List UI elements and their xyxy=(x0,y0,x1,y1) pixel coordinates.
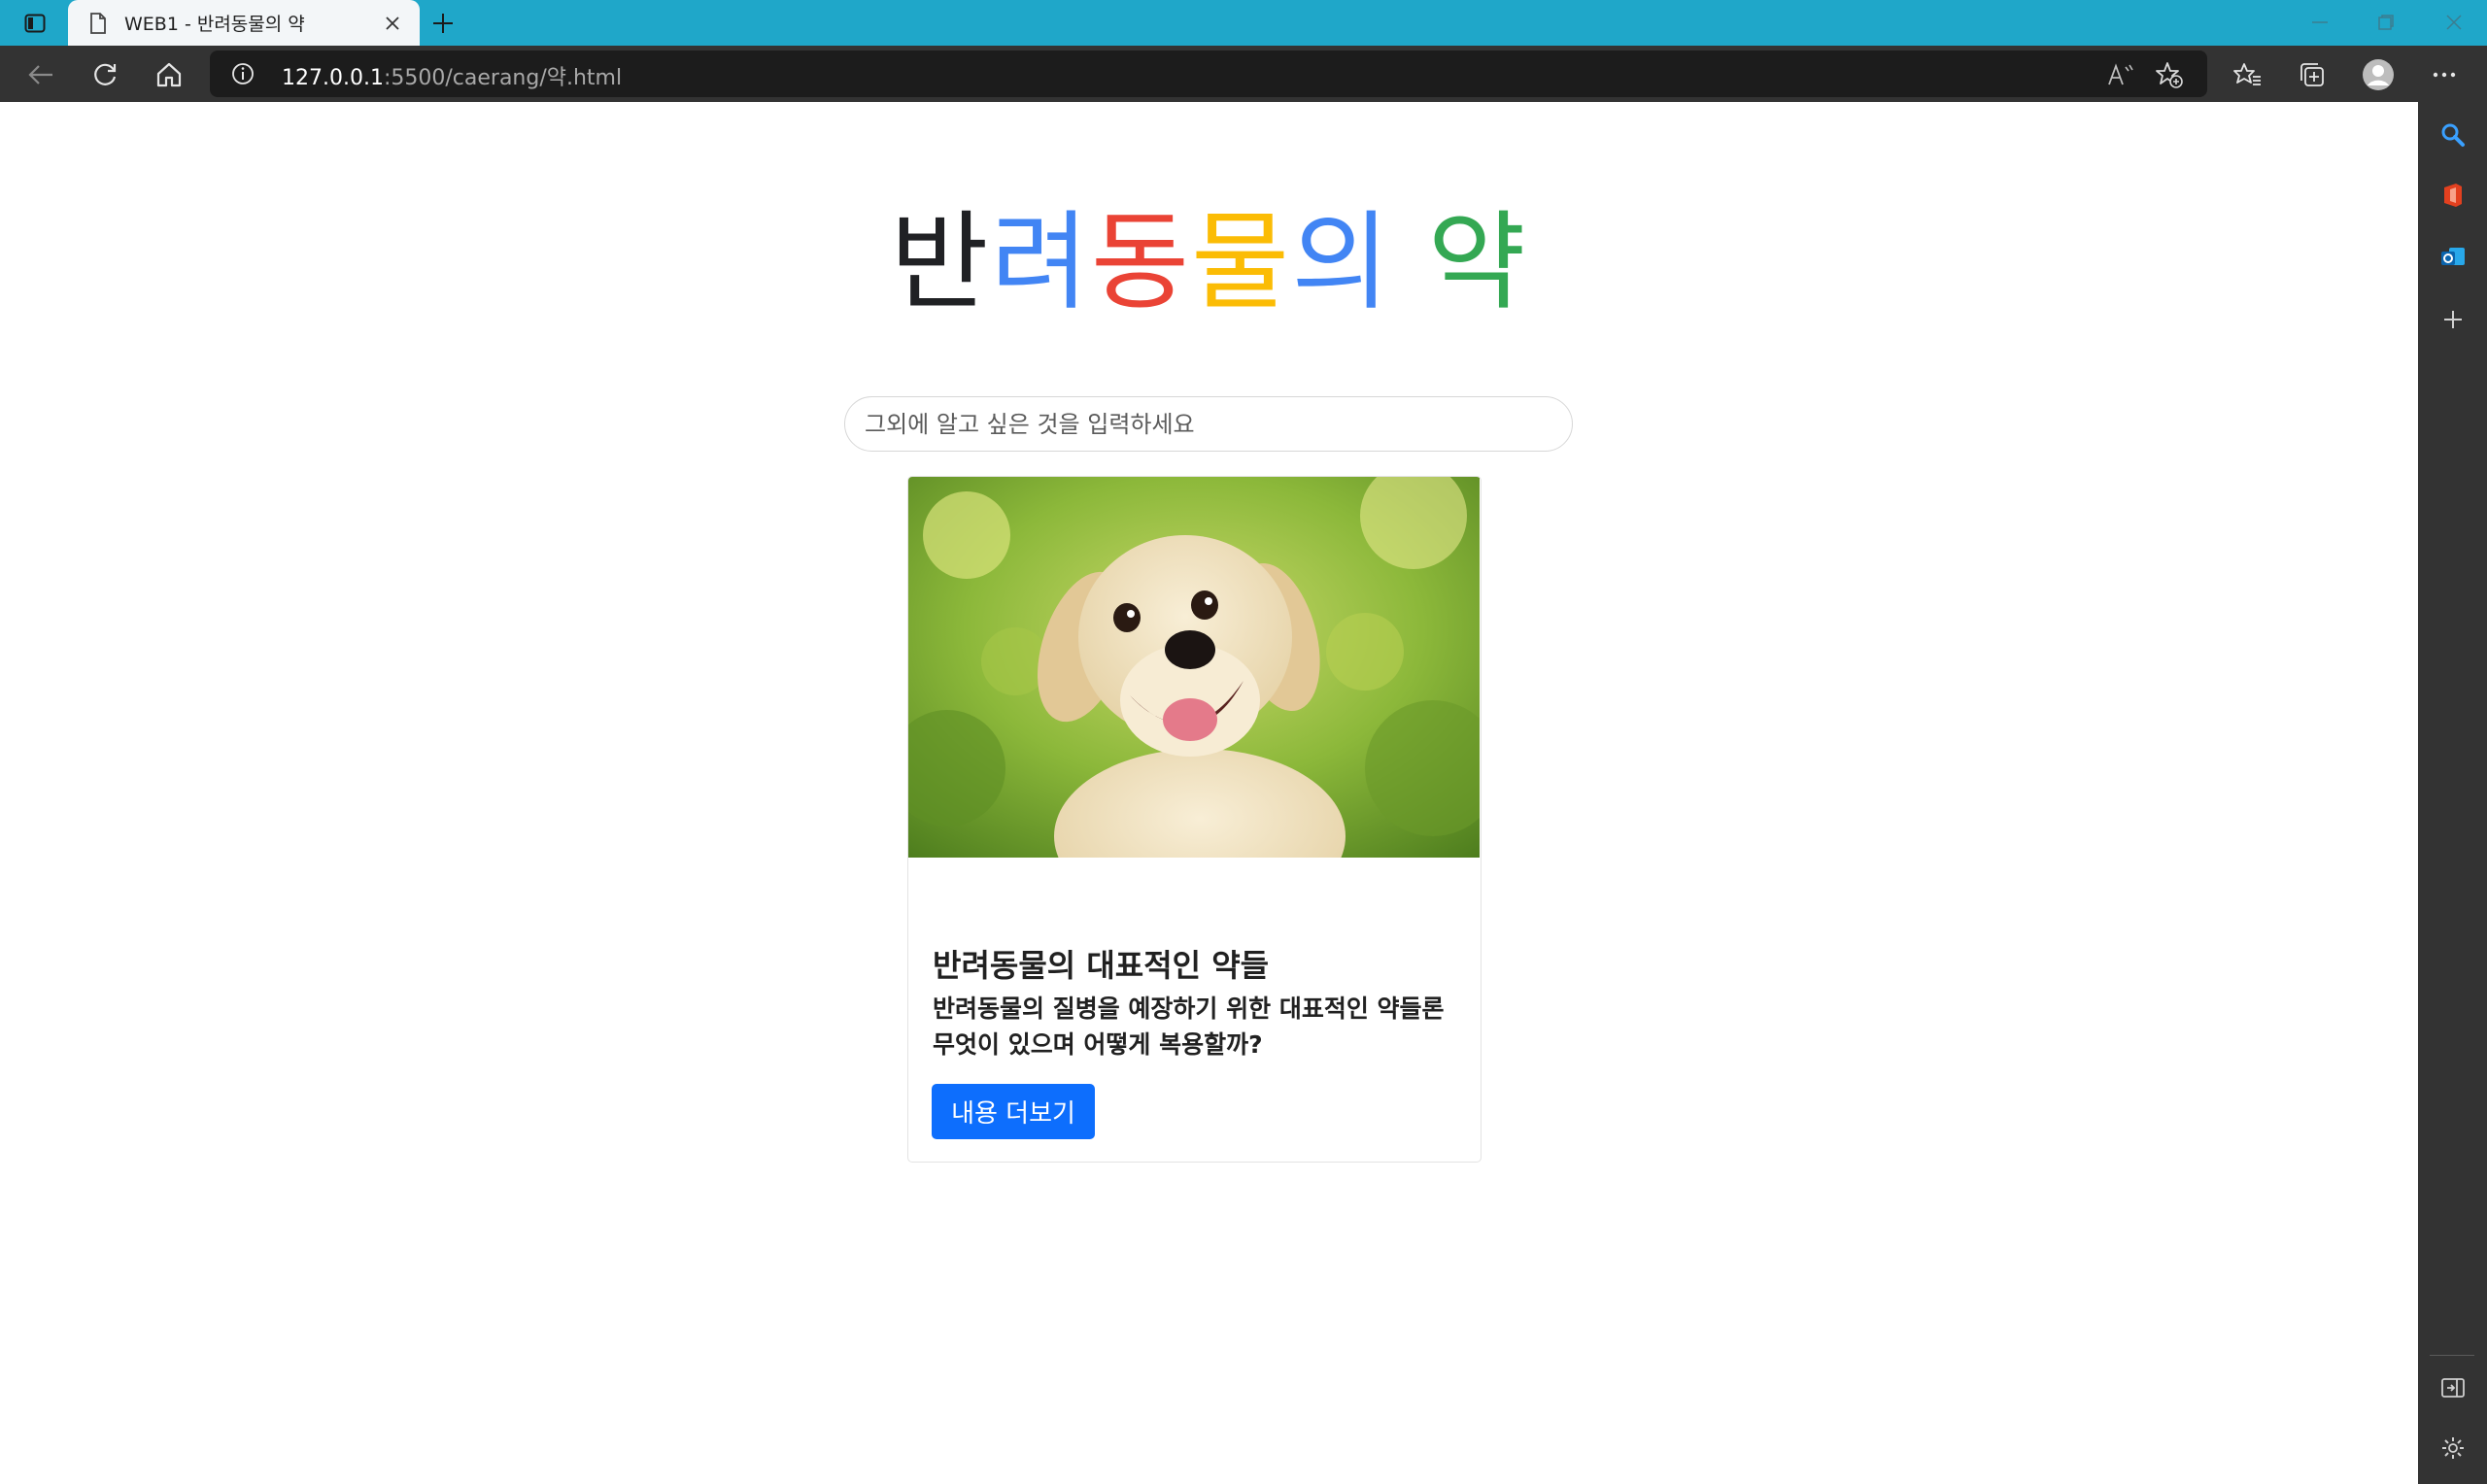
page-title-char xyxy=(1391,200,1427,324)
favorites-icon[interactable] xyxy=(2229,55,2267,94)
card-title: 반려동물의 대표적인 약들 xyxy=(933,947,1270,984)
card-text: 반려동물의 질병을 예장하기 위한 대표적인 약들론 무엇이 있으며 어떻게 복… xyxy=(933,995,1445,1059)
url-host: 127.0.0.1 xyxy=(282,66,384,90)
collections-icon[interactable] xyxy=(2293,55,2332,94)
page-title-char: 약 xyxy=(1427,200,1528,324)
page-title-char: 려 xyxy=(990,200,1091,324)
page-title-char: 동 xyxy=(1090,200,1192,324)
tab-title: WEB1 - 반려동물의 약 xyxy=(124,14,305,35)
site-info-icon[interactable] xyxy=(231,62,255,85)
read-more-button[interactable]: 내용 더보기 xyxy=(932,1084,1095,1139)
tab-actions-menu-icon[interactable] xyxy=(14,9,56,38)
back-arrow-icon[interactable] xyxy=(21,55,60,94)
url-path: :5500/caerang/약.html xyxy=(383,66,623,90)
browser-toolbar: 127.0.0.1:5500/caerang/약.html xyxy=(0,46,2487,102)
page-title: 반려동물의 약 xyxy=(0,199,2418,325)
web-page: 반려동물의 약 그외에 알고 싶은 것을 입력하세요 반려동물의 대표적인 약들… xyxy=(0,102,2418,1484)
hide-sidebar-icon[interactable] xyxy=(2436,1370,2470,1405)
page-title-char: 의 xyxy=(1291,200,1392,324)
puppy-photo xyxy=(908,477,1480,858)
search-icon[interactable] xyxy=(2436,118,2470,152)
read-aloud-icon[interactable] xyxy=(2104,58,2137,91)
restore-window-icon[interactable] xyxy=(2367,6,2405,39)
office-icon[interactable] xyxy=(2436,178,2470,213)
medicine-card: 반려동물의 대표적인 약들 반려동물의 질병을 예장하기 위한 대표적인 약들론… xyxy=(907,476,1482,1163)
browser-tab-active[interactable]: WEB1 - 반려동물의 약 xyxy=(68,0,420,46)
search-input[interactable] xyxy=(844,396,1573,452)
browser-sidebar xyxy=(2418,102,2487,1484)
close-tab-icon[interactable] xyxy=(379,10,406,37)
minimize-window-icon[interactable] xyxy=(2300,6,2339,39)
page-title-char: 반 xyxy=(890,200,991,324)
add-favorite-icon[interactable] xyxy=(2153,58,2186,91)
sidebar-divider xyxy=(2430,1355,2474,1356)
outlook-icon[interactable] xyxy=(2436,240,2470,275)
add-sidebar-app-icon[interactable] xyxy=(2436,302,2470,337)
url-text: 127.0.0.1:5500/caerang/약.html xyxy=(282,60,622,91)
reload-icon[interactable] xyxy=(85,55,124,94)
close-window-icon[interactable] xyxy=(2435,6,2473,39)
address-bar[interactable]: 127.0.0.1:5500/caerang/약.html xyxy=(210,51,2207,97)
profile-avatar-icon[interactable] xyxy=(2359,55,2398,94)
sidebar-settings-gear-icon[interactable] xyxy=(2436,1431,2470,1466)
home-icon[interactable] xyxy=(150,55,188,94)
page-file-icon xyxy=(87,11,109,36)
new-tab-plus-icon[interactable] xyxy=(427,8,459,39)
browser-title-bar: WEB1 - 반려동물의 약 xyxy=(0,0,2487,46)
page-title-char: 물 xyxy=(1191,200,1292,324)
more-options-icon[interactable] xyxy=(2425,55,2464,94)
